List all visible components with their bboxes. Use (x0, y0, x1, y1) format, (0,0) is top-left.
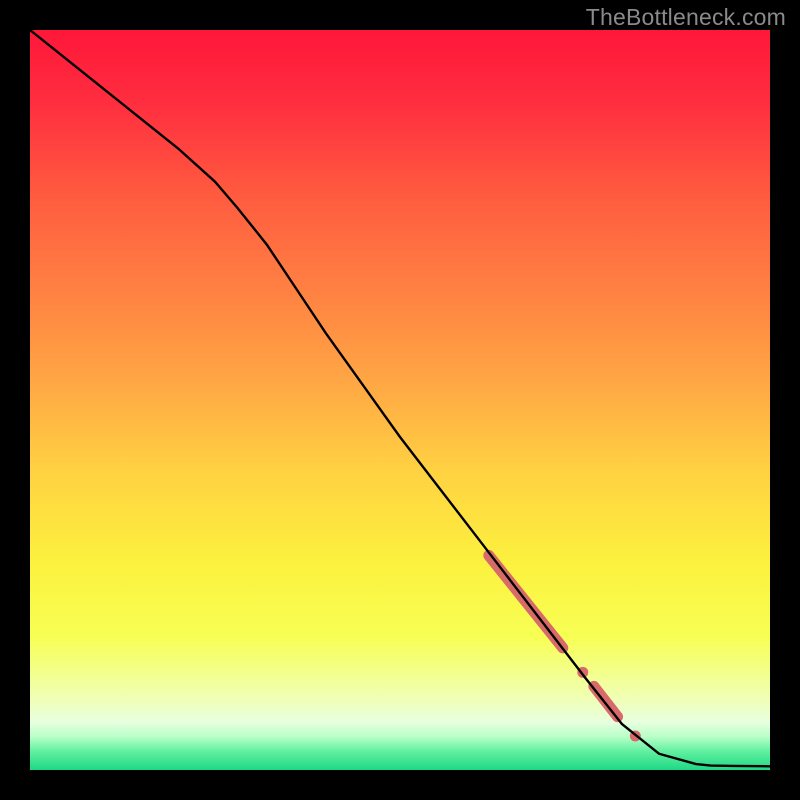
plot-svg (30, 30, 770, 770)
watermark-text: TheBottleneck.com (586, 4, 786, 31)
gradient-background (30, 30, 770, 770)
plot-area (30, 30, 770, 770)
chart-frame: TheBottleneck.com (0, 0, 800, 800)
